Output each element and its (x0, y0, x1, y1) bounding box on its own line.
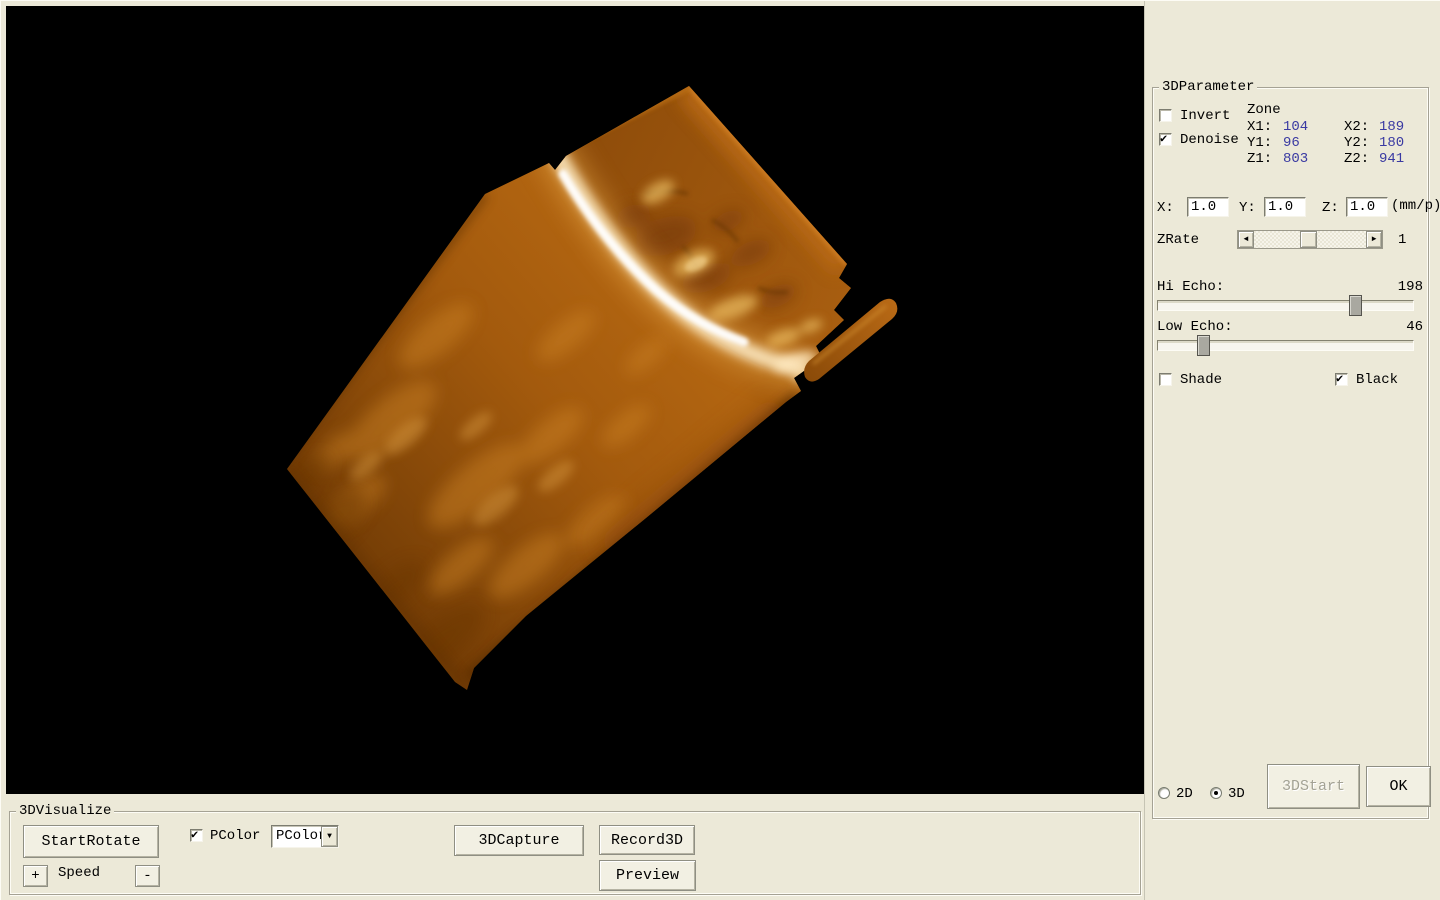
zrate-thumb[interactable] (1300, 231, 1317, 248)
mode-3d-radio[interactable] (1210, 787, 1222, 799)
parameter-group-title: 3DParameter (1159, 79, 1257, 95)
zone-y2-label: Y2: (1344, 135, 1369, 151)
scale-unit-label: (mm/p) (1391, 198, 1440, 214)
pcolor-combo-value: PColor (272, 826, 321, 847)
scale-x-label: X: (1157, 200, 1174, 216)
visualize-group-title: 3DVisualize (16, 803, 114, 819)
zone-x1-value: 104 (1283, 119, 1308, 135)
preview-button[interactable]: Preview (599, 860, 696, 891)
zrate-value: 1 (1398, 232, 1406, 248)
shade-label: Shade (1180, 372, 1222, 388)
zone-x1-label: X1: (1247, 119, 1272, 135)
pcolor-label: PColor (210, 828, 260, 844)
pcolor-checkbox[interactable] (190, 829, 203, 842)
zrate-left-arrow-icon[interactable]: ◄ (1238, 231, 1254, 248)
hi-echo-thumb[interactable] (1349, 295, 1362, 316)
hi-echo-slider[interactable] (1157, 293, 1414, 319)
mode-2d-label: 2D (1176, 786, 1193, 802)
scale-y-input[interactable] (1264, 197, 1306, 217)
zrate-track[interactable] (1254, 231, 1366, 248)
zrate-scrollbar[interactable]: ◄ ► (1237, 230, 1383, 249)
low-echo-slider[interactable] (1157, 333, 1414, 359)
zone-z2-label: Z2: (1344, 151, 1369, 167)
zone-y2-value: 180 (1379, 135, 1404, 151)
start3d-button[interactable]: 3DStart (1267, 764, 1360, 809)
zrate-label: ZRate (1157, 232, 1199, 248)
scale-z-input[interactable] (1346, 197, 1388, 217)
scale-z-label: Z: (1322, 200, 1339, 216)
scale-y-label: Y: (1239, 200, 1256, 216)
capture3d-button[interactable]: 3DCapture (454, 825, 584, 856)
ultrasound-volume-image (6, 6, 1144, 794)
zone-z1-value: 803 (1283, 151, 1308, 167)
zone-title: Zone (1247, 102, 1281, 118)
zone-y1-label: Y1: (1247, 135, 1272, 151)
zone-z1-label: Z1: (1247, 151, 1272, 167)
application-window: 3DParameter Invert Denoise Zone X1: 104 … (0, 0, 1440, 900)
render-viewport[interactable] (6, 6, 1144, 794)
visualize-groupbox: 3DVisualize StartRotate PColor PColor ▼ … (9, 811, 1141, 895)
black-checkbox[interactable] (1335, 373, 1348, 386)
pcolor-combobox[interactable]: PColor ▼ (271, 825, 339, 848)
speed-label: Speed (58, 865, 100, 881)
invert-checkbox[interactable] (1159, 109, 1172, 122)
shade-checkbox[interactable] (1159, 373, 1172, 386)
hi-echo-track[interactable] (1157, 300, 1414, 311)
black-label: Black (1356, 372, 1398, 388)
low-echo-track[interactable] (1157, 340, 1414, 351)
low-echo-thumb[interactable] (1197, 335, 1210, 356)
zone-z2-value: 941 (1379, 151, 1404, 167)
panel-divider (1144, 1, 1148, 900)
scale-x-input[interactable] (1187, 197, 1229, 217)
record3d-button[interactable]: Record3D (599, 825, 695, 855)
denoise-checkbox[interactable] (1159, 133, 1172, 146)
parameter-groupbox: 3DParameter Invert Denoise Zone X1: 104 … (1152, 87, 1429, 819)
zrate-right-arrow-icon[interactable]: ► (1366, 231, 1382, 248)
denoise-label: Denoise (1180, 132, 1239, 148)
start-rotate-button[interactable]: StartRotate (23, 825, 159, 858)
ok-button[interactable]: OK (1366, 766, 1431, 807)
zone-x2-value: 189 (1379, 119, 1404, 135)
zone-x2-label: X2: (1344, 119, 1369, 135)
combo-dropdown-arrow-icon[interactable]: ▼ (321, 826, 338, 847)
speed-minus-button[interactable]: - (135, 865, 160, 887)
speed-plus-button[interactable]: + (23, 865, 48, 887)
mode-2d-radio[interactable] (1158, 787, 1170, 799)
invert-label: Invert (1180, 108, 1230, 124)
mode-3d-label: 3D (1228, 786, 1245, 802)
zone-y1-value: 96 (1283, 135, 1300, 151)
